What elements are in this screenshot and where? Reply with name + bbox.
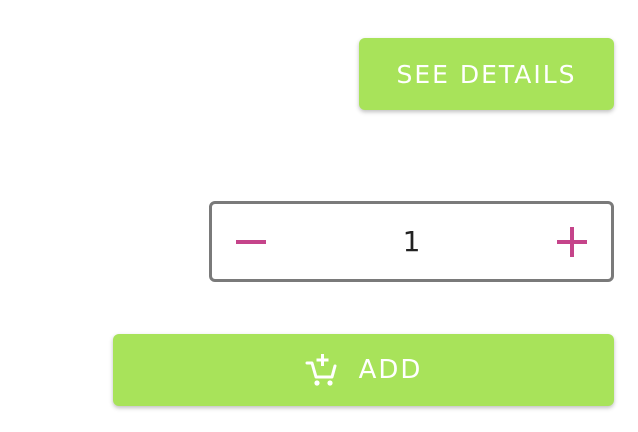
see-details-label: SEE DETAILS [396, 59, 577, 89]
quantity-value[interactable]: 1 [292, 204, 531, 279]
increment-button[interactable] [537, 204, 607, 279]
quantity-stepper: 1 [209, 201, 614, 282]
product-actions-panel: SEE DETAILS 1 ADD [0, 0, 638, 432]
add-to-cart-button[interactable]: ADD [113, 334, 614, 406]
add-button-label: ADD [358, 355, 423, 385]
plus-icon [557, 226, 587, 257]
see-details-button[interactable]: SEE DETAILS [359, 38, 614, 110]
minus-icon [236, 239, 266, 244]
decrement-button[interactable] [216, 204, 286, 279]
add-to-cart-icon [305, 353, 339, 387]
